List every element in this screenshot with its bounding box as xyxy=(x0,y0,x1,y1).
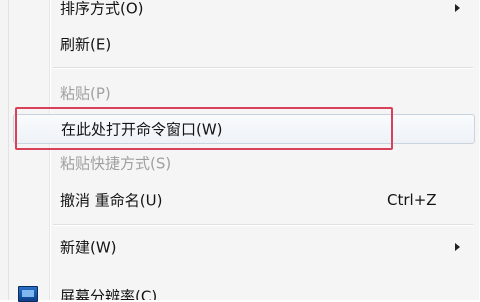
menu-item-sort-by[interactable]: 排序方式(O) xyxy=(9,0,479,23)
menu-separator xyxy=(53,224,473,226)
menu-item-paste-shortcut: 粘贴快捷方式(S) xyxy=(9,148,479,178)
menu-item-label: 粘贴(P) xyxy=(60,84,111,103)
menu-item-label: 新建(W) xyxy=(60,238,117,257)
menu-item-new[interactable]: 新建(W) xyxy=(9,232,479,262)
menu-item-label: 撤消 重命名(U) xyxy=(60,191,163,210)
menu-item-refresh[interactable]: 刷新(E) xyxy=(9,29,479,59)
menu-item-label: 粘贴快捷方式(S) xyxy=(60,154,172,173)
menu-separator xyxy=(53,67,473,69)
menu-item-undo-rename[interactable]: 撤消 重命名(U) Ctrl+Z xyxy=(9,185,479,215)
desktop-background xyxy=(0,0,8,300)
menu-item-label: 排序方式(O) xyxy=(60,0,144,18)
context-menu: 排序方式(O) 刷新(E) 粘贴(P) 在此处打开命令窗口(W) 粘贴快捷方式(… xyxy=(8,0,479,300)
menu-item-label: 刷新(E) xyxy=(60,35,112,54)
submenu-arrow-icon xyxy=(455,243,460,251)
annotation-highlight-box xyxy=(15,107,393,150)
submenu-arrow-icon xyxy=(455,4,460,12)
menu-item-paste: 粘贴(P) xyxy=(9,78,479,108)
menu-item-shortcut: Ctrl+Z xyxy=(387,191,437,209)
menu-item-label: 屏幕分辨率(C) xyxy=(60,287,158,301)
menu-item-screen-resolution[interactable]: 屏幕分辨率(C) xyxy=(9,281,479,301)
